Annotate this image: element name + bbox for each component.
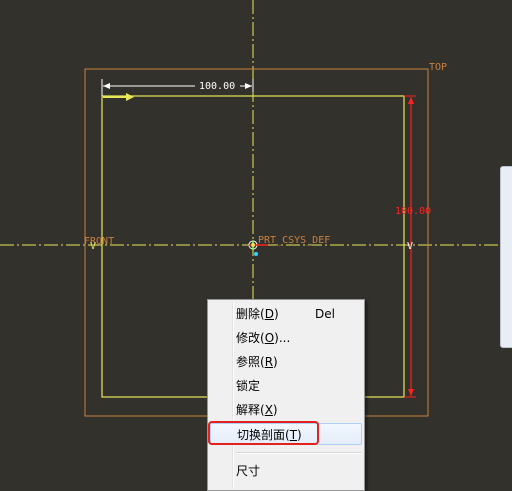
menu-dimension-label: 尺寸 [236, 464, 261, 478]
menu-delete-mnemonic: D [264, 307, 274, 321]
menu-item-toggle-section[interactable]: 切换剖面(T) [210, 423, 362, 445]
menu-item-lock[interactable]: 锁定 [210, 375, 362, 397]
menu-lock-label: 锁定 [236, 379, 261, 393]
menu-delete-shortcut: Del [315, 307, 335, 321]
menu-references-suffix: ) [273, 355, 278, 369]
csys-center-dot [251, 243, 255, 247]
menu-modify-label: 修改( [236, 331, 265, 345]
horizontal-constraint-arrow [126, 93, 134, 101]
csys-z-dot [254, 252, 258, 256]
menu-item-explain[interactable]: 解释(X) [210, 399, 362, 421]
menu-references-mnemonic: R [264, 355, 274, 369]
dim-h-value[interactable]: 100.00 [199, 81, 235, 92]
side-panel-edge[interactable] [500, 166, 512, 348]
menu-toggle-section-suffix: ) [297, 428, 302, 442]
menu-references-label: 参照( [236, 355, 265, 369]
dim-h-arrow-left [103, 83, 110, 89]
menu-item-references[interactable]: 参照(R) [210, 351, 362, 373]
menu-separator [236, 452, 362, 454]
v-marker-right: V [407, 241, 413, 252]
menu-explain-suffix: ) [272, 403, 278, 417]
dim-v-arrow-bottom [408, 389, 414, 396]
menu-delete-label: 删除( [236, 307, 265, 321]
context-menu: 删除(D) Del 修改(O)... 参照(R) 锁定 解释(X) 切换剖面(T… [207, 299, 365, 491]
dim-v-arrow-top [408, 97, 414, 104]
menu-modify-mnemonic: O [264, 331, 275, 345]
datum-front-label: FRONT [84, 236, 114, 247]
menu-item-modify[interactable]: 修改(O)... [210, 327, 362, 349]
menu-toggle-section-mnemonic: T [289, 428, 298, 442]
menu-explain-mnemonic: X [264, 403, 273, 417]
datum-top-label: TOP [429, 62, 447, 73]
menu-explain-label: 解释( [236, 403, 265, 417]
dim-v-value[interactable]: 100.00 [395, 206, 431, 217]
v-marker-left: V [90, 241, 96, 252]
menu-item-dimension[interactable]: 尺寸 [210, 460, 362, 482]
menu-toggle-section-label: 切换剖面( [237, 428, 290, 442]
menu-delete-suffix: ) [273, 307, 279, 321]
csys-label: PRT_CSYS_DEF [258, 235, 330, 246]
menu-item-delete[interactable]: 删除(D) Del [210, 303, 362, 325]
menu-modify-suffix: )... [274, 331, 291, 345]
dim-h-arrow-right [245, 83, 252, 89]
